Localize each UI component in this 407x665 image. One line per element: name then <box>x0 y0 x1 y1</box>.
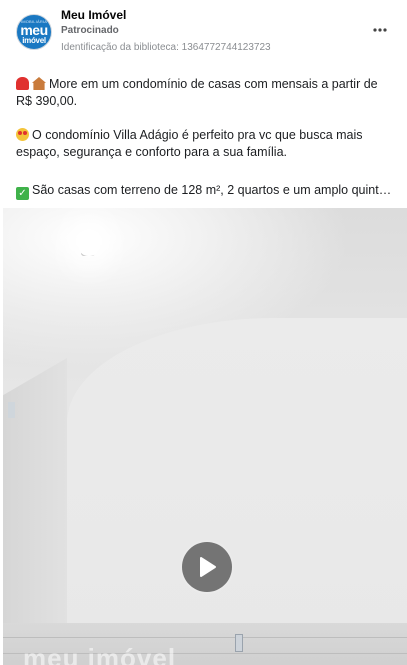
check-mark-emoji-icon: ✓ <box>16 187 29 200</box>
video-frame-back-wall <box>67 318 407 665</box>
ad-text-3: São casas com terreno de 128 m², 2 quart… <box>32 183 392 197</box>
ad-text-line-3[interactable]: ✓ São casas com terreno de 128 m², 2 quar… <box>16 182 392 200</box>
ad-text-1: More em um condomínio de casas com mensa… <box>16 77 378 108</box>
play-button[interactable] <box>180 540 234 594</box>
ad-text-2: O condomínio Villa Adágio é perfeito pra… <box>16 128 363 159</box>
sponsored-label: Patrocinado <box>61 25 119 36</box>
play-icon <box>200 557 216 577</box>
library-id: Identificação da biblioteca: 13647727441… <box>61 42 271 53</box>
siren-emoji-icon <box>16 77 29 90</box>
ad-video[interactable]: meu imóvel <box>3 208 407 665</box>
video-frame-outlet <box>8 402 15 418</box>
page-name-link[interactable]: Meu Imóvel <box>61 8 126 22</box>
video-frame-lamp <box>78 230 100 256</box>
ad-text-line-2: O condomínio Villa Adágio é perfeito pra… <box>16 127 392 161</box>
avatar-sub-text: imóvel <box>22 35 46 45</box>
ad-text-line-1: More em um condomínio de casas com mensa… <box>16 76 392 110</box>
ad-header: IMOBILIÁRIA meu imóvel Meu Imóvel Patroc… <box>0 0 407 66</box>
avatar-main-text: meu <box>20 21 48 38</box>
heart-eyes-emoji-icon <box>16 128 29 141</box>
ellipsis-icon <box>373 28 387 32</box>
page-avatar[interactable]: IMOBILIÁRIA meu imóvel <box>16 14 52 50</box>
house-emoji-icon <box>32 77 46 90</box>
video-watermark: meu imóvel <box>23 643 177 665</box>
more-options-button[interactable] <box>369 20 391 40</box>
ad-card: IMOBILIÁRIA meu imóvel Meu Imóvel Patroc… <box>0 0 407 665</box>
